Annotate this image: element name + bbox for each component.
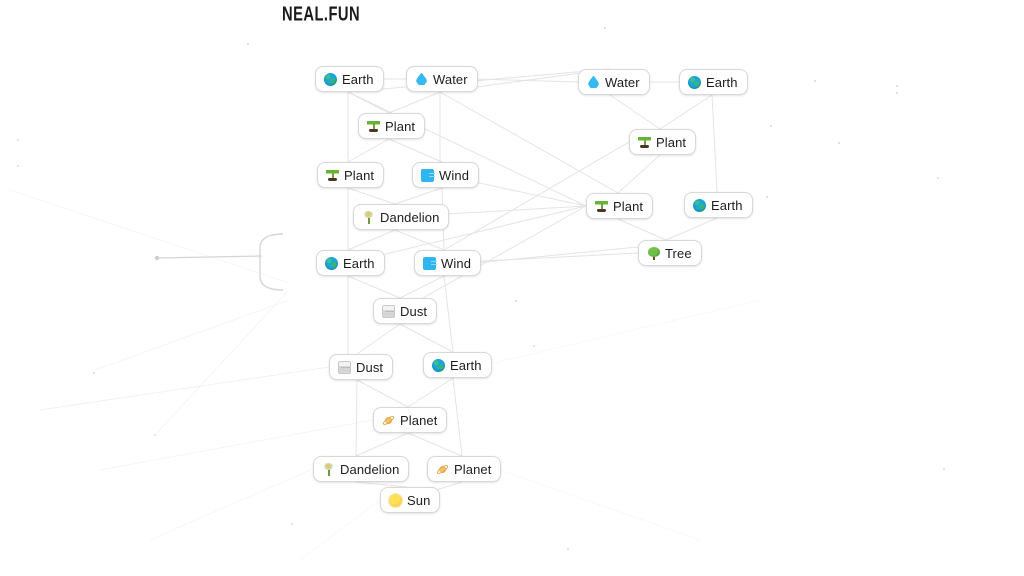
- element-chip-label: Planet: [400, 412, 438, 428]
- background-speckle: [515, 300, 517, 302]
- element-chip-label: Tree: [665, 245, 692, 261]
- earth-globe-icon: [324, 72, 337, 86]
- element-chip-earth-4[interactable]: Earth: [316, 250, 385, 276]
- background-speckle: [814, 80, 816, 82]
- background-speckle: [770, 125, 772, 127]
- element-chip-label: Earth: [343, 255, 375, 271]
- element-chip-dandelion-1[interactable]: Dandelion: [353, 204, 450, 230]
- element-chip-label: Dust: [400, 303, 428, 319]
- element-chip-dust-1[interactable]: Dust: [373, 298, 438, 324]
- plant-seedling-icon: [367, 120, 380, 133]
- background-speckle: [766, 196, 768, 198]
- neal-fun-logo[interactable]: NEAL.FUN: [282, 4, 360, 27]
- element-chip-tree-1[interactable]: Tree: [638, 240, 702, 266]
- offscreen-leader-line: [154, 255, 263, 261]
- sun-icon: [389, 493, 402, 507]
- partial-element-card: [259, 233, 284, 291]
- tree-icon: [647, 246, 660, 260]
- element-chip-plant-4[interactable]: Plant: [586, 193, 654, 219]
- element-chip-label: Dandelion: [340, 461, 400, 477]
- element-chip-plant-1[interactable]: Plant: [358, 113, 426, 139]
- background-speckle: [604, 27, 606, 29]
- dust-cloud-icon: [382, 304, 395, 318]
- element-chip-label: Earth: [450, 357, 482, 373]
- element-chip-sun-1[interactable]: Sun: [380, 487, 441, 513]
- background-speckle: [17, 139, 19, 141]
- element-chip-label: Dust: [356, 359, 384, 375]
- element-chip-water-2[interactable]: Water: [578, 69, 650, 95]
- background-speckle: [533, 345, 535, 347]
- element-chip-plant-3[interactable]: Plant: [317, 162, 385, 188]
- element-chip-label: Water: [605, 74, 640, 90]
- ringed-planet-icon: [434, 460, 452, 478]
- element-chip-label: Earth: [342, 71, 374, 87]
- background-speckle: [937, 177, 939, 179]
- background-speckle: [291, 523, 293, 525]
- earth-globe-icon: [325, 256, 338, 270]
- infinite-craft-canvas[interactable]: NEAL.FUN Earth Water Water Earth Plant P…: [0, 0, 1024, 576]
- wind-face-icon: [421, 168, 435, 182]
- element-chip-label: Dandelion: [380, 209, 440, 225]
- element-chip-water-1[interactable]: Water: [406, 66, 478, 92]
- element-chip-earth-1[interactable]: Earth: [315, 66, 384, 92]
- wind-face-icon: [423, 256, 437, 270]
- plant-seedling-icon: [595, 200, 608, 213]
- element-chip-label: Plant: [385, 118, 416, 134]
- background-speckle: [154, 434, 156, 436]
- background-speckle: [567, 548, 569, 550]
- water-droplet-icon: [416, 72, 427, 85]
- dandelion-icon: [362, 210, 375, 224]
- earth-globe-icon: [432, 358, 445, 372]
- plant-seedling-icon: [638, 136, 651, 149]
- earth-globe-icon: [693, 198, 706, 212]
- plant-seedling-icon: [326, 169, 339, 182]
- element-chip-label: Plant: [344, 167, 375, 183]
- connection-lines-layer: [9, 68, 761, 561]
- dust-cloud-icon: [338, 360, 351, 374]
- element-chip-label: Plant: [656, 134, 687, 150]
- dandelion-icon: [322, 462, 335, 476]
- background-speckle: [896, 92, 898, 94]
- background-speckle: [17, 165, 19, 167]
- element-chip-label: Sun: [407, 492, 431, 508]
- element-chip-earth-2[interactable]: Earth: [679, 69, 748, 95]
- element-chip-label: Planet: [454, 461, 492, 477]
- element-chip-planet-1[interactable]: Planet: [373, 407, 448, 433]
- background-speckle: [896, 85, 898, 87]
- earth-globe-icon: [688, 75, 701, 89]
- background-speckle: [943, 468, 945, 470]
- element-chip-label: Plant: [613, 198, 644, 214]
- background-speckle: [838, 142, 840, 144]
- element-chip-earth-5[interactable]: Earth: [423, 352, 492, 378]
- background-speckle: [93, 372, 95, 374]
- background-speckle: [247, 43, 249, 45]
- element-chip-label: Wind: [439, 167, 470, 183]
- element-chip-wind-2[interactable]: Wind: [414, 250, 482, 276]
- element-chip-planet-2[interactable]: Planet: [427, 456, 502, 482]
- element-chip-label: Earth: [706, 74, 738, 90]
- element-chip-dandelion-2[interactable]: Dandelion: [313, 456, 410, 482]
- element-chip-label: Wind: [441, 255, 472, 271]
- element-chip-label: Water: [433, 71, 468, 87]
- element-chip-label: Earth: [711, 197, 743, 213]
- element-chip-dust-2[interactable]: Dust: [329, 354, 394, 380]
- water-droplet-icon: [588, 75, 599, 88]
- element-chip-plant-2[interactable]: Plant: [629, 129, 697, 155]
- ringed-planet-icon: [380, 411, 398, 429]
- element-chip-earth-3[interactable]: Earth: [684, 192, 753, 218]
- element-chip-wind-1[interactable]: Wind: [412, 162, 480, 188]
